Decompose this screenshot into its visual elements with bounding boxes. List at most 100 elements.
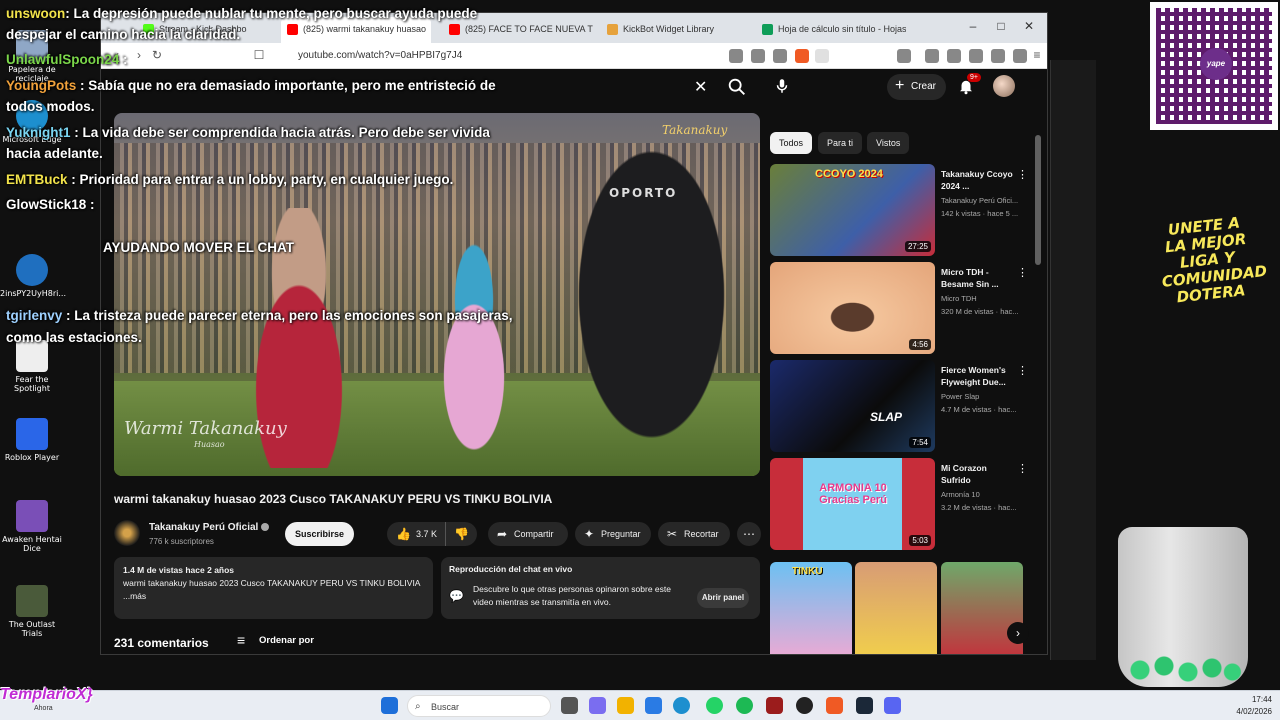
recommended-video[interactable]: CCOYO 2024 27:25 Takanakuy Ccoyo 2024 ..… <box>770 164 1040 256</box>
desktop-icon-fear-the-spotlight[interactable]: Fear the Spotlight <box>0 340 64 393</box>
account-avatar[interactable] <box>993 75 1015 97</box>
clip-button[interactable]: ✂ Recortar <box>658 522 730 546</box>
like-button[interactable]: 👍 3.7 K <box>387 522 443 546</box>
search-icon[interactable] <box>726 76 748 98</box>
dota-icon[interactable] <box>766 697 783 714</box>
bookmark-icon[interactable]: ☐ <box>251 48 267 62</box>
desktop-icon-edge-shortcut[interactable]: 2insPY2UyH8ri... <box>0 254 66 298</box>
whatsapp-icon[interactable] <box>706 697 723 714</box>
chat-replay-title: Reproducción del chat en vivo <box>449 564 573 574</box>
forward-icon[interactable]: › <box>131 48 147 62</box>
tab-kickbot[interactable]: KickBot Widget Library <box>601 17 751 43</box>
wallet-icon[interactable] <box>969 49 983 63</box>
youtube-icon <box>449 24 460 35</box>
chip-for-you[interactable]: Para ti <box>818 132 863 154</box>
video-watermark: Warmi Takanakuy <box>124 418 287 439</box>
steam-icon[interactable] <box>856 697 873 714</box>
comments-count: 231 comentarios <box>114 636 209 650</box>
recommended-title: Takanakuy Ccoyo 2024 ... <box>941 169 1013 191</box>
more-options-icon[interactable]: ⋮ <box>1017 168 1028 181</box>
dislike-button[interactable]: 👎 <box>445 522 477 546</box>
discord-icon[interactable] <box>884 697 901 714</box>
channel-name[interactable]: Takanakuy Perú Oficial <box>149 522 270 533</box>
recommended-meta: 3.2 M de vistas · hac... <box>941 503 1017 512</box>
desktop-icon-roblox[interactable]: Roblox Player <box>0 418 64 462</box>
music-icon[interactable] <box>925 49 939 63</box>
short-video[interactable]: TINKU <box>770 562 852 654</box>
channel-avatar[interactable] <box>114 520 140 546</box>
kickbot-icon <box>607 24 618 35</box>
subscriber-count: 776 k suscriptores <box>149 537 214 546</box>
recommended-video[interactable]: ARMONIA 10 Gracias Perú 5:03 Mi Corazon … <box>770 458 1040 550</box>
more-options-icon[interactable]: ⋮ <box>1017 364 1028 377</box>
open-chat-panel-button[interactable]: Abrir panel <box>697 588 749 608</box>
chat-message: tgirlenvy : La tristeza puede parecer et… <box>6 308 513 323</box>
more-options-icon[interactable]: ⋮ <box>1017 266 1028 279</box>
vpn-icon[interactable] <box>991 49 1005 63</box>
recommended-video[interactable]: 4:56 Micro TDH - Besame Sin ... Micro TD… <box>770 262 1040 354</box>
leo-icon[interactable] <box>1013 49 1027 63</box>
sidebar-icon[interactable] <box>947 49 961 63</box>
task-view-icon[interactable] <box>561 697 578 714</box>
start-icon[interactable] <box>381 697 398 714</box>
more-options-icon[interactable]: ⋮ <box>1017 462 1028 475</box>
more-actions-icon[interactable]: ⋯ <box>737 522 761 546</box>
close-window-icon[interactable]: ✕ <box>1019 19 1039 33</box>
thumbs-up-icon: 👍 <box>396 527 411 541</box>
promo-text: UNETE A LA MEJOR LIGA Y COMUNIDAD DOTERA <box>1161 213 1268 307</box>
description-box[interactable]: 1.4 M de vistas hace 2 años warmi takana… <box>114 557 433 619</box>
minimize-icon[interactable]: – <box>963 19 983 33</box>
edge-icon[interactable] <box>673 697 690 714</box>
chat-message: despejar el camino hacia la claridad. <box>6 27 241 42</box>
brave-icon[interactable] <box>826 697 843 714</box>
taskbar-search[interactable]: ⌕ Buscar <box>407 695 551 717</box>
desktop-icon-outlast[interactable]: The Outlast Trials <box>0 585 64 638</box>
microphone-icon[interactable] <box>773 77 791 95</box>
yape-qr-code: yape <box>1150 2 1278 130</box>
share-page-icon[interactable] <box>773 49 787 63</box>
ask-button[interactable]: ✦ Preguntar <box>575 522 651 546</box>
share-button[interactable]: ➦ Compartir <box>488 522 568 546</box>
copilot-icon[interactable] <box>589 697 606 714</box>
chat-message: todos modos. <box>6 99 95 114</box>
video-player[interactable]: OPORTO Takanakuy Warmi Takanakuy Huasao <box>114 113 760 476</box>
weather-widget[interactable]: Ahora <box>34 705 53 712</box>
extension-icon[interactable] <box>751 49 765 63</box>
recommended-channel: Armonía 10 <box>941 490 980 499</box>
chat-username: YoungPots <box>6 78 77 93</box>
obs-icon[interactable] <box>796 697 813 714</box>
clear-search-icon[interactable]: ✕ <box>694 77 707 97</box>
tab-sheets[interactable]: Hoja de cálculo sin título - Hojas d <box>756 17 906 43</box>
subscribe-button[interactable]: Suscribirse <box>285 522 354 546</box>
chip-watched[interactable]: Vistos <box>867 132 910 154</box>
yape-logo: yape <box>1200 48 1232 80</box>
extension-icon[interactable] <box>729 49 743 63</box>
extension-icon[interactable] <box>897 49 911 63</box>
recommended-title: Mi Corazon Sufrido <box>941 463 987 485</box>
system-clock[interactable]: 17:44 4/02/2026 <box>1222 694 1272 718</box>
scrollbar[interactable] <box>1035 135 1041 265</box>
chat-username: GlowStick18 <box>6 197 87 212</box>
chat-replay-box: Reproducción del chat en vivo 💬 Descubre… <box>441 557 760 619</box>
chip-all[interactable]: Todos <box>770 132 813 154</box>
chevron-right-icon[interactable]: › <box>1007 622 1029 644</box>
recommended-title: Micro TDH - Besame Sin ... <box>941 267 999 289</box>
desktop-icon-awaken[interactable]: Awaken Hentai Dice <box>0 500 64 553</box>
menu-icon[interactable]: ≡ <box>1029 48 1045 62</box>
maximize-icon[interactable]: □ <box>991 19 1011 33</box>
create-button[interactable]: Crear <box>887 73 947 100</box>
rewards-icon[interactable] <box>815 49 829 63</box>
clover-decoration <box>1122 650 1242 690</box>
description-text: warmi takanakuy huasao 2023 Cusco TAKANA… <box>123 578 421 601</box>
sort-comments-button[interactable]: Ordenar por <box>237 632 314 648</box>
recommended-video[interactable]: SLAP 7:54 Fierce Women's Flyweight Due..… <box>770 360 1040 452</box>
spotify-icon[interactable] <box>736 697 753 714</box>
file-explorer-icon[interactable] <box>617 697 634 714</box>
video-thumbnail: CCOYO 2024 27:25 <box>770 164 935 256</box>
brave-shield-icon[interactable] <box>795 49 809 63</box>
edge-taskbar-icon[interactable] <box>645 697 662 714</box>
short-video[interactable] <box>855 562 937 654</box>
reload-icon[interactable]: ↻ <box>149 48 165 62</box>
url-field[interactable]: youtube.com/watch?v=0aHPBI7g7J4 <box>276 47 696 65</box>
thumbnail-text: ARMONIA 10 Gracias Perú <box>819 482 887 506</box>
